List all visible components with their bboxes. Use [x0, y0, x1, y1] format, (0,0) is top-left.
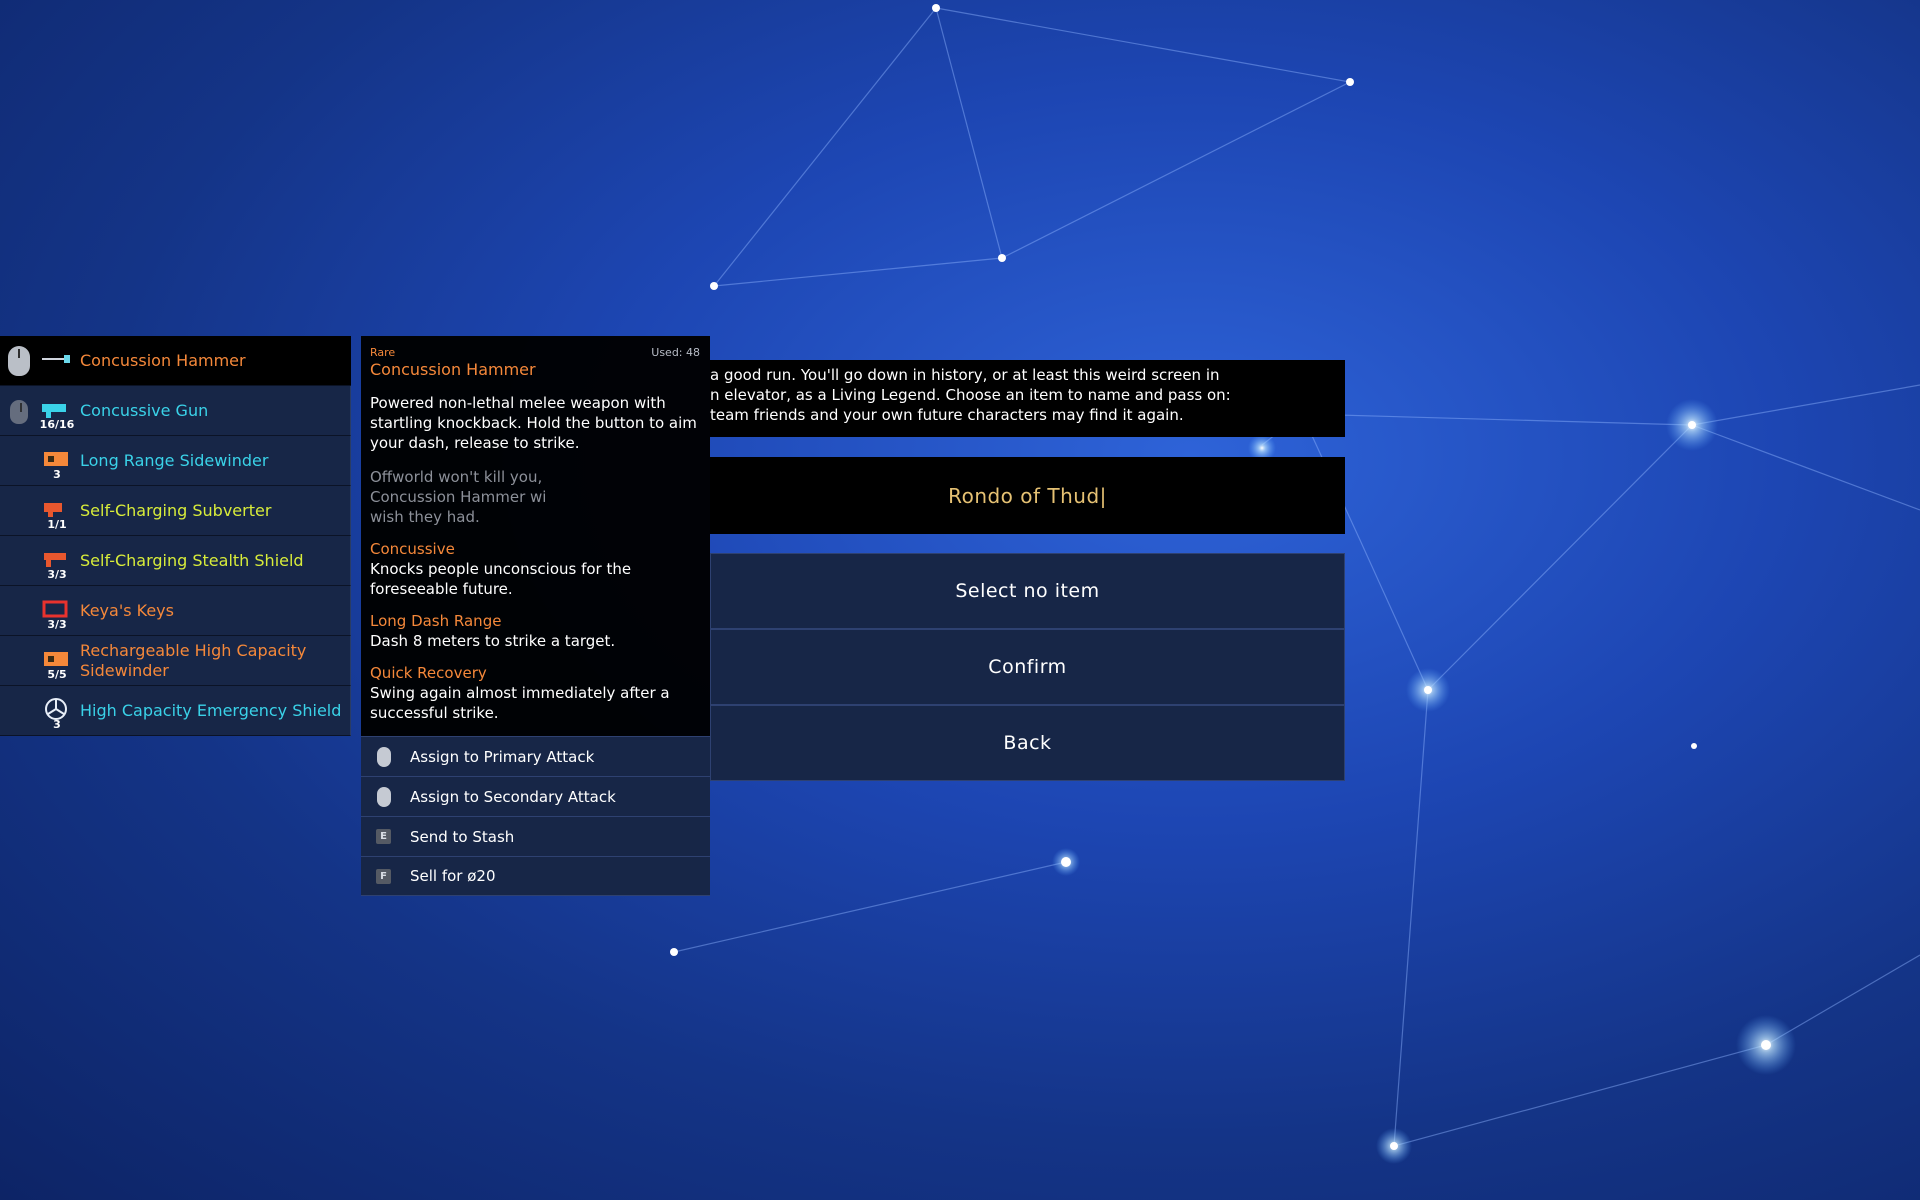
emergency-shield-icon [40, 698, 72, 720]
item-count: 3 [53, 468, 61, 481]
inventory-item-name: Keya's Keys [80, 601, 174, 620]
sell-button[interactable]: F Sell for ø20 [361, 856, 710, 896]
inventory-item[interactable]: 5/5 Rechargeable High Capacity Sidewinder [0, 636, 351, 686]
inventory-item[interactable]: 3 High Capacity Emergency Shield [0, 686, 351, 736]
item-count: 3/3 [47, 568, 67, 581]
subverter-icon [40, 498, 72, 520]
perk-description: Swing again almost immediately after a s… [370, 684, 670, 722]
sidewinder-icon [40, 448, 72, 470]
perk-name: Quick Recovery [370, 664, 487, 682]
inventory-item-name: Self-Charging Subverter [80, 501, 272, 520]
action-label: Assign to Secondary Attack [410, 787, 616, 806]
action-label: Send to Stash [410, 827, 515, 846]
mouse-left-icon [377, 747, 391, 767]
item-count: 3/3 [47, 618, 67, 631]
inventory-item-name: Self-Charging Stealth Shield [80, 551, 304, 570]
select-no-item-button[interactable]: Select no item [710, 553, 1345, 629]
perk-description: Knocks people unconscious for the forese… [370, 560, 632, 598]
sidewinder-icon [40, 648, 72, 670]
action-label: Sell for ø20 [410, 867, 496, 885]
perk-name: Concussive [370, 540, 455, 558]
item-count: 3 [53, 718, 61, 731]
keys-icon [40, 598, 72, 620]
perk: Quick Recovery Swing again almost immedi… [370, 663, 701, 723]
perk: Long Dash Range Dash 8 meters to strike … [370, 611, 701, 651]
inventory-item-name: Long Range Sidewinder [80, 451, 269, 470]
inventory-item[interactable]: 3/3 Keya's Keys [0, 586, 351, 636]
inventory-item-name: High Capacity Emergency Shield [80, 701, 342, 720]
primary-slot-icon [8, 346, 30, 376]
perk-description: Dash 8 meters to strike a target. [370, 632, 616, 650]
inventory-item[interactable]: 16/16 Concussive Gun [0, 386, 351, 436]
back-button[interactable]: Back [710, 705, 1345, 781]
perk-name: Long Dash Range [370, 612, 502, 630]
item-tooltip: Rare Used: 48 Concussion Hammer Powered … [361, 336, 710, 736]
perk: Concussive Knocks people unconscious for… [370, 539, 701, 599]
item-actions: Assign to Primary Attack Assign to Secon… [361, 736, 710, 896]
inventory-list: Concussion Hammer 16/16 Concussive Gun 3 Lon… [0, 336, 351, 736]
item-count: 1/1 [47, 518, 67, 531]
key-f-icon: F [376, 869, 391, 884]
mouse-right-icon [377, 787, 391, 807]
legend-line: team friends and your own future charact… [710, 406, 1184, 424]
item-used-count: Used: 48 [651, 346, 700, 359]
secondary-slot-icon [10, 400, 28, 424]
send-to-stash-button[interactable]: E Send to Stash [361, 816, 710, 856]
gun-icon [40, 398, 72, 420]
legend-line: n elevator, as a Living Legend. Choose a… [710, 386, 1231, 404]
key-e-icon: E [376, 829, 391, 844]
stealth-shield-icon [40, 548, 72, 570]
legend-name-input[interactable] [710, 457, 1345, 534]
inventory-item[interactable]: 3 Long Range Sidewinder [0, 436, 351, 486]
inventory-item[interactable]: 1/1 Self-Charging Subverter [0, 486, 351, 536]
item-description: Powered non-lethal melee weapon with sta… [370, 394, 697, 452]
assign-primary-button[interactable]: Assign to Primary Attack [361, 736, 710, 776]
inventory-item-name: Rechargeable High Capacity Sidewinder [80, 641, 307, 680]
item-flavor-text: Offworld won't kill you, Concussion Hamm… [370, 468, 547, 526]
inventory-item[interactable]: Concussion Hammer [0, 336, 351, 386]
item-title: Concussion Hammer [370, 360, 536, 379]
inventory-item-name: Concussive Gun [80, 401, 209, 420]
legend-line: a good run. You'll go down in history, o… [710, 366, 1220, 384]
action-label: Assign to Primary Attack [410, 747, 595, 766]
item-count: 5/5 [47, 668, 67, 681]
inventory-item[interactable]: 3/3 Self-Charging Stealth Shield [0, 536, 351, 586]
assign-secondary-button[interactable]: Assign to Secondary Attack [361, 776, 710, 816]
hammer-icon [40, 348, 72, 370]
inventory-item-name: Concussion Hammer [80, 351, 246, 370]
living-legend-description: a good run. You'll go down in history, o… [710, 360, 1345, 437]
item-count: 16/16 [39, 418, 75, 431]
confirm-button[interactable]: Confirm [710, 629, 1345, 705]
